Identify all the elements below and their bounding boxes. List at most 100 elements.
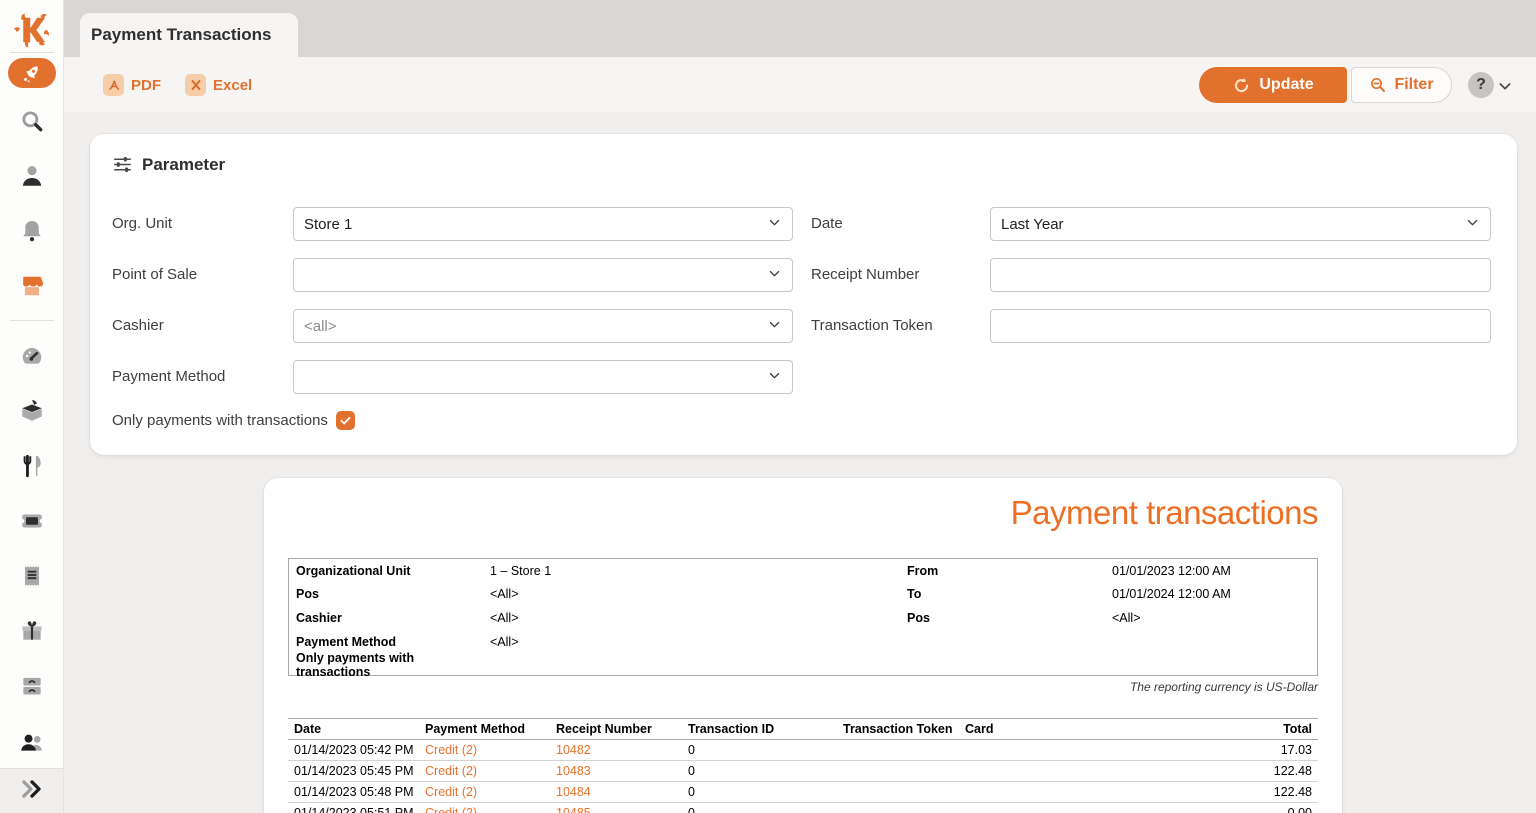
payment-method-select[interactable]: [293, 360, 793, 394]
org-unit-value: Store 1: [304, 216, 352, 233]
summary-row: Organizational Unit 1 – Store 1: [296, 559, 886, 583]
cell-transaction-id: 0: [688, 743, 843, 757]
table-header-row: Date Payment Method Receipt Number Trans…: [288, 718, 1318, 740]
food-icon: [19, 453, 45, 484]
cashier-select[interactable]: <all>: [293, 309, 793, 343]
transaction-token-input[interactable]: [1001, 318, 1480, 335]
cell-total: 17.03: [1203, 743, 1318, 757]
cell-total: 122.48: [1203, 764, 1318, 778]
users-icon: [19, 730, 45, 761]
summary-row: Only payments with transactions: [296, 653, 886, 677]
export-excel-button[interactable]: Excel: [185, 72, 252, 98]
sidebar-divider: [10, 52, 54, 53]
sidebar-item-dashboard[interactable]: [18, 344, 46, 372]
app-logo[interactable]: [10, 8, 54, 52]
report-panel: Payment transactions Organizational Unit…: [264, 478, 1342, 813]
export-pdf-button[interactable]: PDF: [103, 72, 161, 98]
filter-button[interactable]: Filter: [1351, 67, 1452, 103]
app-window: Payment Transactions PDF Excel Update Fi…: [0, 0, 1536, 813]
summary-label: Payment Method: [296, 635, 490, 649]
summary-label: Cashier: [296, 611, 490, 625]
help-icon[interactable]: ?: [1468, 72, 1494, 98]
update-button[interactable]: Update: [1199, 67, 1347, 103]
chevron-down-icon: [767, 266, 782, 285]
payment-method-link[interactable]: Credit (2): [425, 785, 556, 799]
receipt-number-link[interactable]: 10485: [556, 806, 688, 813]
cell-date: 01/14/2023 05:51 PM: [288, 806, 425, 813]
receipt-number-link[interactable]: 10484: [556, 785, 688, 799]
receipt-number-link[interactable]: 10482: [556, 743, 688, 757]
chevron-down-icon: [767, 368, 782, 387]
transaction-token-label: Transaction Token: [811, 309, 933, 343]
table-row: 01/14/2023 05:48 PM Credit (2) 10484 0 1…: [288, 782, 1318, 803]
payment-method-label: Payment Method: [112, 360, 225, 394]
parameter-header: Parameter: [112, 154, 225, 175]
date-label: Date: [811, 207, 843, 241]
org-unit-select[interactable]: Store 1: [293, 207, 793, 241]
chevron-down-icon: [1465, 215, 1480, 234]
receipt-icon: [19, 563, 45, 594]
summary-row: Payment Method <All>: [296, 630, 886, 654]
col-payment-method: Payment Method: [425, 722, 556, 736]
gauge-icon: [19, 343, 45, 374]
col-transaction-id: Transaction ID: [688, 722, 843, 736]
sidebar-item-customers[interactable]: [18, 731, 46, 759]
summary-row: Cashier <All>: [296, 606, 886, 630]
summary-value: 1 – Store 1: [490, 564, 551, 578]
zoom-out-icon: [1369, 76, 1387, 94]
cell-total: 122.48: [1203, 785, 1318, 799]
sidebar-item-rocket[interactable]: [8, 58, 56, 88]
sidebar-item-inventory[interactable]: [18, 399, 46, 427]
sidebar-item-cash-drawer[interactable]: [18, 674, 46, 702]
sidebar-item-ticket[interactable]: [18, 509, 46, 537]
sidebar-item-food[interactable]: [18, 454, 46, 482]
summary-label: Pos: [907, 611, 1112, 625]
receipt-number-link[interactable]: 10483: [556, 764, 688, 778]
sidebar-item-store[interactable]: [18, 274, 46, 302]
payment-method-link[interactable]: Credit (2): [425, 743, 556, 757]
receipt-number-label: Receipt Number: [811, 258, 919, 292]
chevron-down-icon[interactable]: [1497, 78, 1513, 94]
point-of-sale-label: Point of Sale: [112, 258, 197, 292]
only-payments-row: Only payments with transactions: [112, 411, 355, 430]
receipt-number-input[interactable]: [1001, 267, 1480, 284]
only-payments-checkbox[interactable]: [336, 411, 355, 430]
payment-method-link[interactable]: Credit (2): [425, 806, 556, 813]
cashier-value: <all>: [304, 318, 337, 335]
col-card: Card: [965, 722, 1197, 736]
summary-row: Pos <All>: [296, 583, 886, 607]
parameter-title: Parameter: [142, 155, 225, 175]
sidebar-item-search[interactable]: [18, 109, 46, 137]
update-label: Update: [1259, 76, 1313, 94]
sidebar-item-user[interactable]: [18, 164, 46, 192]
filter-label: Filter: [1394, 76, 1433, 94]
sidebar-item-notifications[interactable]: [18, 219, 46, 247]
gift-icon: [19, 618, 45, 649]
date-select[interactable]: Last Year: [990, 207, 1491, 241]
pdf-label: PDF: [131, 77, 161, 94]
point-of-sale-select[interactable]: [293, 258, 793, 292]
payment-method-link[interactable]: Credit (2): [425, 764, 556, 778]
parameter-panel: Parameter Org. Unit Store 1 Point of Sal…: [90, 134, 1517, 455]
transactions-table: Date Payment Method Receipt Number Trans…: [288, 718, 1318, 813]
only-payments-label: Only payments with transactions: [112, 412, 328, 429]
excel-icon: [185, 74, 206, 96]
pdf-icon: [103, 74, 124, 96]
summary-label: Organizational Unit: [296, 564, 490, 578]
chevron-down-icon: [767, 215, 782, 234]
bell-icon: [19, 218, 45, 249]
table-row: 01/14/2023 05:45 PM Credit (2) 10483 0 1…: [288, 761, 1318, 782]
summary-label: To: [907, 587, 1112, 601]
drawer-icon: [19, 673, 45, 704]
date-value: Last Year: [1001, 216, 1064, 233]
summary-row: Pos <All>: [907, 606, 1307, 630]
sidebar-item-receipt[interactable]: [18, 564, 46, 592]
table-body: 01/14/2023 05:42 PM Credit (2) 10482 0 1…: [288, 740, 1318, 813]
report-title: Payment transactions: [1011, 494, 1318, 532]
tab-payment-transactions[interactable]: Payment Transactions: [80, 13, 298, 57]
summary-value: <All>: [490, 611, 519, 625]
sidebar-item-gift[interactable]: [18, 619, 46, 647]
table-row: 01/14/2023 05:42 PM Credit (2) 10482 0 1…: [288, 740, 1318, 761]
sidebar-expand-button[interactable]: [0, 768, 63, 813]
table-row: 01/14/2023 05:51 PM Credit (2) 10485 0 0…: [288, 803, 1318, 813]
